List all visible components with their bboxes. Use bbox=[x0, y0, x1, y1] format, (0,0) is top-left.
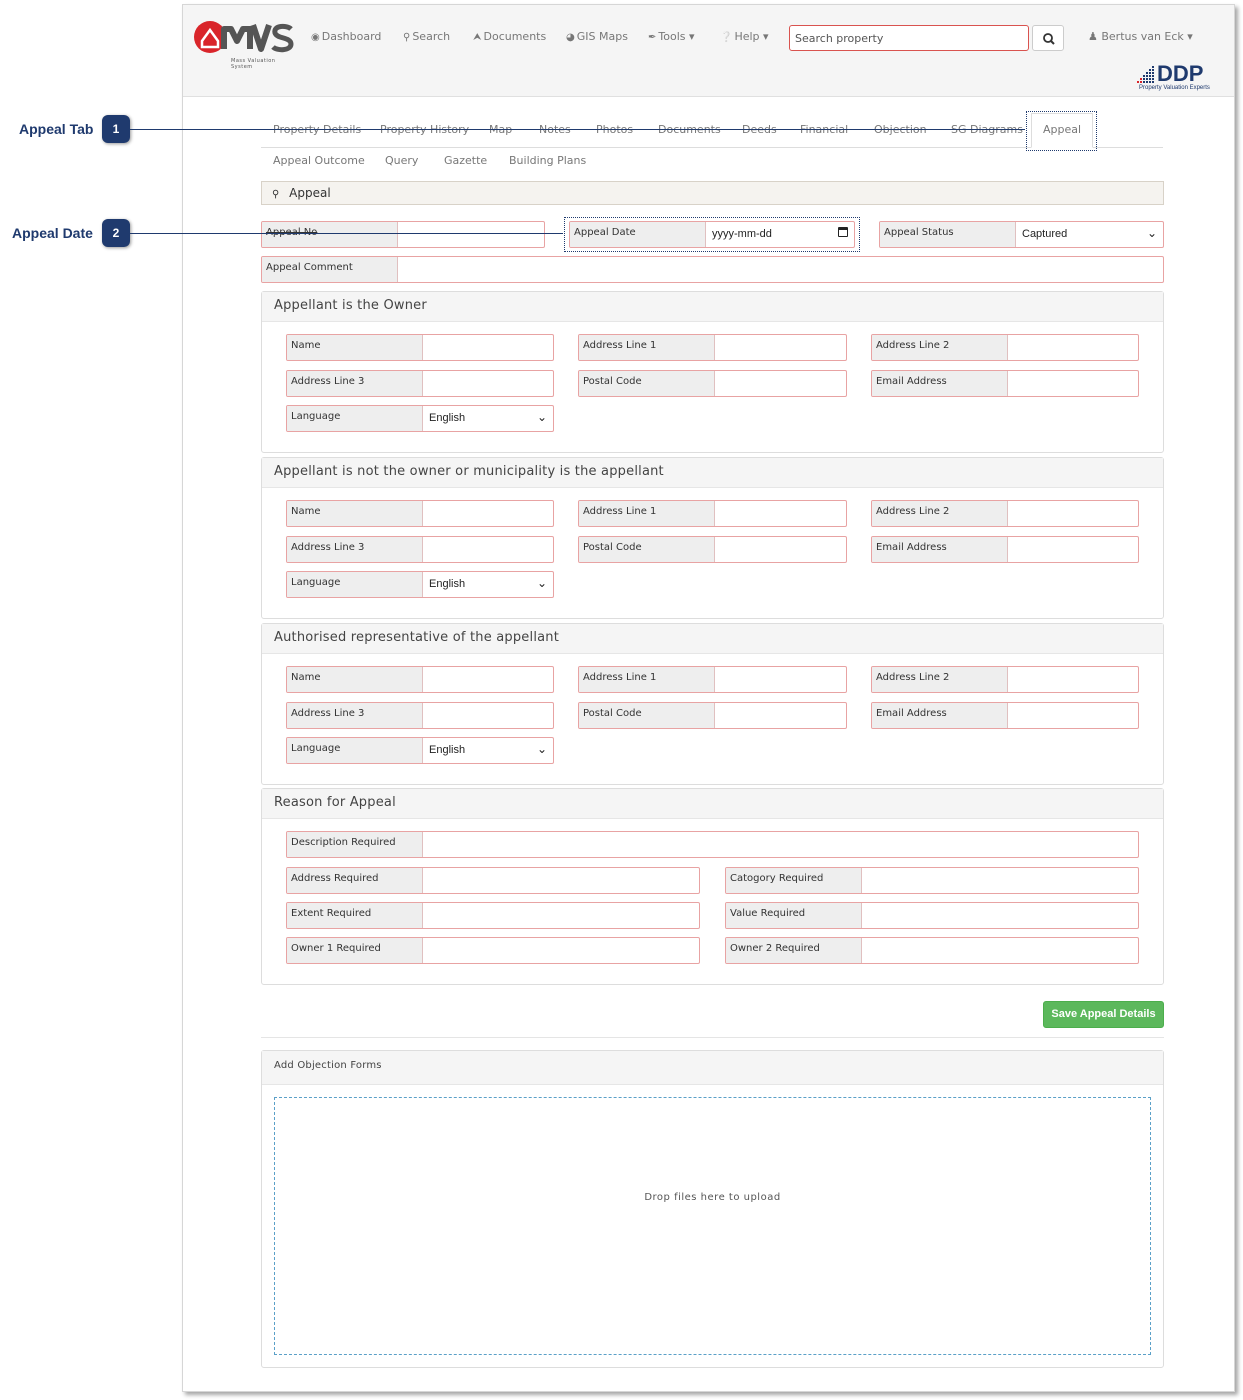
mvs-logo[interactable]: Mass Valuation System bbox=[193, 17, 298, 70]
globe-icon: ◕ bbox=[566, 32, 575, 43]
reason-owner2-field[interactable]: Owner 2 Required bbox=[725, 937, 1139, 964]
callout-label-appeal-date: Appeal Date bbox=[12, 225, 93, 241]
chevron-down-icon: ⌄ bbox=[536, 576, 547, 590]
nav-help[interactable]: ❔ Help ▾ bbox=[720, 30, 769, 43]
tab-query[interactable]: Query bbox=[385, 154, 418, 167]
user-menu[interactable]: ♟ Bertus van Eck ▾ bbox=[1088, 30, 1193, 43]
caret-down-icon: ▾ bbox=[685, 30, 695, 43]
reason-address-field[interactable]: Address Required bbox=[286, 867, 700, 894]
callout-highlight-appeal-tab bbox=[1026, 111, 1097, 151]
panel-objection-forms: Add Objection Forms Drop files here to u… bbox=[261, 1050, 1164, 1368]
owner-addr1-field[interactable]: Address Line 1 bbox=[578, 334, 847, 361]
nav-gis-maps[interactable]: ◕ GIS Maps bbox=[566, 30, 628, 43]
search-icon: ⚲ bbox=[403, 32, 411, 43]
question-icon: ❔ bbox=[720, 32, 733, 43]
rep-language-select[interactable]: Language English ⌄ bbox=[286, 737, 554, 764]
search-property-input[interactable]: Search property bbox=[789, 25, 1029, 51]
panel-appellant-owner: Appellant is the Owner Name Address Line… bbox=[261, 291, 1164, 453]
rep-name-field[interactable]: Name bbox=[286, 666, 554, 693]
chevron-down-icon: ⌄ bbox=[536, 742, 547, 756]
callout-highlight-appeal-date bbox=[564, 217, 860, 252]
other-addr1-field[interactable]: Address Line 1 bbox=[578, 500, 847, 527]
owner-postal-field[interactable]: Postal Code bbox=[578, 370, 847, 397]
reason-description-field[interactable]: Description Required bbox=[286, 831, 1139, 858]
callout-leader-1 bbox=[130, 129, 1025, 130]
other-addr2-field[interactable]: Address Line 2 bbox=[871, 500, 1139, 527]
owner-addr2-field[interactable]: Address Line 2 bbox=[871, 334, 1139, 361]
section-title: Appeal bbox=[289, 186, 331, 200]
chevron-down-icon: ⌄ bbox=[1146, 226, 1157, 240]
appeal-status-select[interactable]: Appeal Status Captured ⌄ bbox=[879, 221, 1164, 248]
tab-appeal-outcome[interactable]: Appeal Outcome bbox=[273, 154, 365, 167]
save-appeal-button[interactable]: Save Appeal Details bbox=[1043, 1001, 1164, 1028]
other-email-field[interactable]: Email Address bbox=[871, 536, 1139, 563]
callout-label-appeal-tab: Appeal Tab bbox=[19, 121, 94, 137]
other-language-select[interactable]: Language English ⌄ bbox=[286, 571, 554, 598]
ddp-logo: DDP Property Valuation Experts bbox=[1135, 61, 1225, 93]
rep-addr1-field[interactable]: Address Line 1 bbox=[578, 666, 847, 693]
logo-tagline: Mass Valuation System bbox=[231, 58, 276, 70]
other-postal-field[interactable]: Postal Code bbox=[578, 536, 847, 563]
rep-addr3-field[interactable]: Address Line 3 bbox=[286, 702, 554, 729]
chevron-down-icon: ⌄ bbox=[536, 410, 547, 424]
tab-gazette[interactable]: Gazette bbox=[444, 154, 487, 167]
nav-documents[interactable]: ⮝ Documents bbox=[473, 30, 546, 43]
callout-leader-2 bbox=[130, 233, 563, 234]
owner-name-field[interactable]: Name bbox=[286, 334, 554, 361]
owner-language-select[interactable]: Language English ⌄ bbox=[286, 405, 554, 432]
rep-postal-field[interactable]: Postal Code bbox=[578, 702, 847, 729]
reason-owner1-field[interactable]: Owner 1 Required bbox=[286, 937, 700, 964]
owner-addr3-field[interactable]: Address Line 3 bbox=[286, 370, 554, 397]
callout-badge-2: 2 bbox=[102, 219, 130, 247]
other-addr3-field[interactable]: Address Line 3 bbox=[286, 536, 554, 563]
panel-appellant-not-owner: Appellant is not the owner or municipali… bbox=[261, 457, 1164, 619]
map-marker-icon: ⚲ bbox=[272, 189, 280, 200]
reason-extent-field[interactable]: Extent Required bbox=[286, 902, 700, 929]
caret-down-icon: ▾ bbox=[759, 30, 769, 43]
panel-representative: Authorised representative of the appella… bbox=[261, 623, 1164, 785]
appeal-no-field[interactable]: Appeal No bbox=[261, 221, 545, 248]
divider bbox=[261, 1037, 1164, 1038]
owner-email-field[interactable]: Email Address bbox=[871, 370, 1139, 397]
panel-reason-for-appeal: Reason for Appeal Description Required A… bbox=[261, 788, 1164, 985]
search-icon bbox=[1043, 33, 1055, 45]
ddp-logo-text: DDP bbox=[1157, 61, 1204, 86]
nav-search[interactable]: ⚲ Search bbox=[403, 30, 450, 43]
ddp-tagline: Property Valuation Experts bbox=[1139, 85, 1210, 91]
wrench-icon: ✒ bbox=[648, 32, 657, 43]
dashboard-icon: ◉ bbox=[311, 32, 320, 43]
rep-email-field[interactable]: Email Address bbox=[871, 702, 1139, 729]
reason-value-field[interactable]: Value Required bbox=[725, 902, 1139, 929]
ddp-dots-icon bbox=[1137, 66, 1154, 83]
appeal-section-header: ⚲ Appeal bbox=[261, 181, 1164, 205]
mvs-logo-icon bbox=[194, 21, 294, 53]
app-window: Mass Valuation System ◉ Dashboard ⚲ Search… bbox=[182, 4, 1235, 1392]
reason-category-field[interactable]: Catogory Required bbox=[725, 867, 1139, 894]
search-button[interactable] bbox=[1032, 25, 1064, 51]
callout-badge-1: 1 bbox=[102, 115, 130, 143]
top-navbar: Mass Valuation System ◉ Dashboard ⚲ Search… bbox=[183, 5, 1234, 97]
rep-addr2-field[interactable]: Address Line 2 bbox=[871, 666, 1139, 693]
nav-tools[interactable]: ✒ Tools ▾ bbox=[648, 30, 695, 43]
other-name-field[interactable]: Name bbox=[286, 500, 554, 527]
tab-building-plans[interactable]: Building Plans bbox=[509, 154, 586, 167]
nav-dashboard[interactable]: ◉ Dashboard bbox=[311, 30, 381, 43]
appeal-comment-field[interactable]: Appeal Comment bbox=[261, 256, 1164, 283]
file-dropzone[interactable]: Drop files here to upload bbox=[274, 1097, 1151, 1355]
upload-icon: ⮝ bbox=[473, 32, 482, 43]
user-icon: ♟ bbox=[1088, 30, 1102, 43]
caret-down-icon: ▾ bbox=[1183, 30, 1193, 43]
